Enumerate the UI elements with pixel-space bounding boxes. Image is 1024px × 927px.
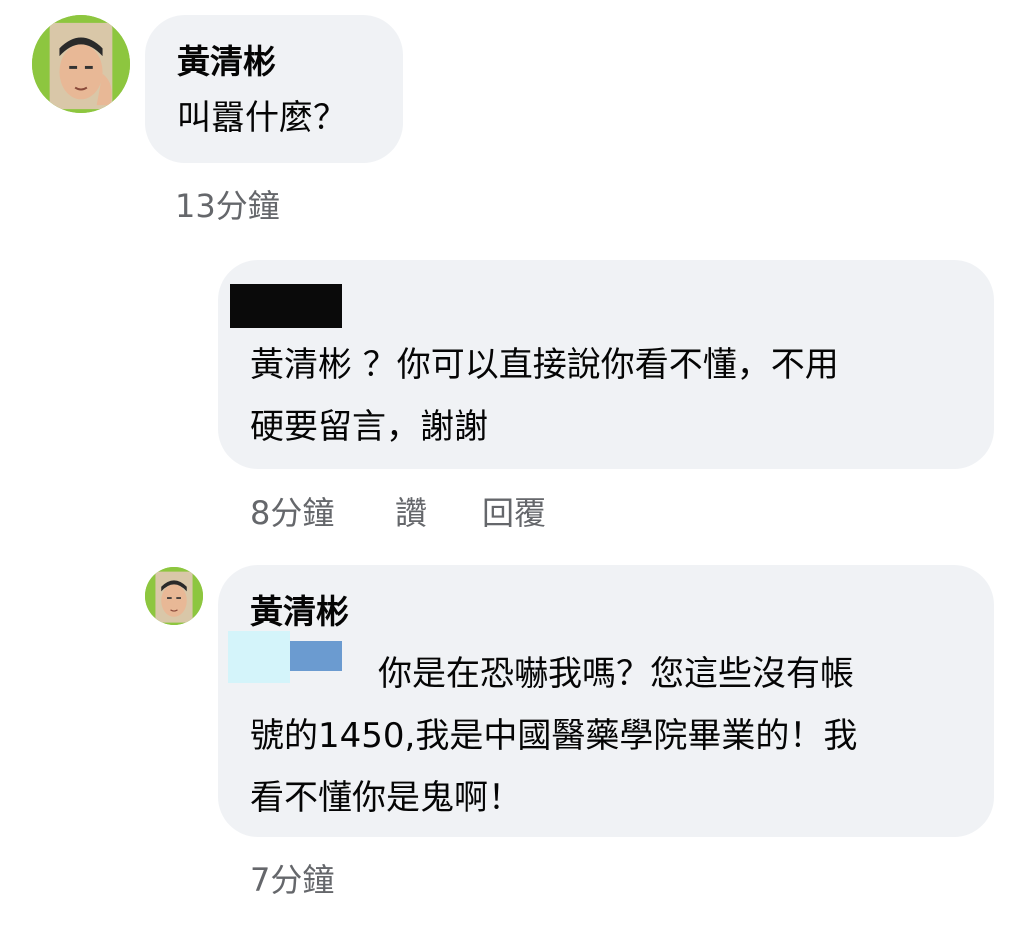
comment-bubble: 黃清彬 你是在恐嚇我嗎？您這些沒有帳 號的1450,我是中國醫藥學院畢業的！我 … bbox=[218, 565, 994, 837]
redacted-author bbox=[230, 284, 342, 328]
comment-timestamp[interactable]: 8分鐘 bbox=[250, 497, 334, 529]
comment-bubble: 黃清彬 ？你可以直接說你看不懂，不用 硬要留言，謝謝 bbox=[218, 260, 994, 469]
comment-timestamp[interactable]: 7分鐘 bbox=[250, 864, 334, 896]
comment-text: 黃清彬 ？你可以直接說你看不懂，不用 bbox=[250, 345, 839, 385]
comment-text: 號的1450,我是中國醫藥學院畢業的！我 bbox=[250, 716, 858, 756]
avatar[interactable] bbox=[32, 15, 130, 113]
like-button[interactable]: 讚 bbox=[395, 497, 427, 529]
comment-bubble: 黃清彬 叫囂什麼？ bbox=[145, 15, 403, 163]
user-photo-icon bbox=[145, 567, 203, 625]
comment-timestamp[interactable]: 13分鐘 bbox=[175, 190, 280, 222]
avatar[interactable] bbox=[145, 567, 203, 625]
comment-author[interactable]: 黃清彬 bbox=[250, 595, 349, 628]
user-photo-icon bbox=[32, 15, 130, 113]
reply-button[interactable]: 回覆 bbox=[482, 497, 546, 529]
comment-text: 叫囂什麼？ bbox=[177, 98, 347, 138]
redacted-mention bbox=[290, 641, 342, 671]
redacted-mention bbox=[228, 631, 290, 683]
comment-text: 看不懂你是鬼啊！ bbox=[250, 778, 522, 818]
comment-author[interactable]: 黃清彬 bbox=[177, 45, 276, 78]
comment-text: 你是在恐嚇我嗎？您這些沒有帳 bbox=[378, 654, 854, 694]
comment-text: 硬要留言，謝謝 bbox=[250, 407, 488, 447]
